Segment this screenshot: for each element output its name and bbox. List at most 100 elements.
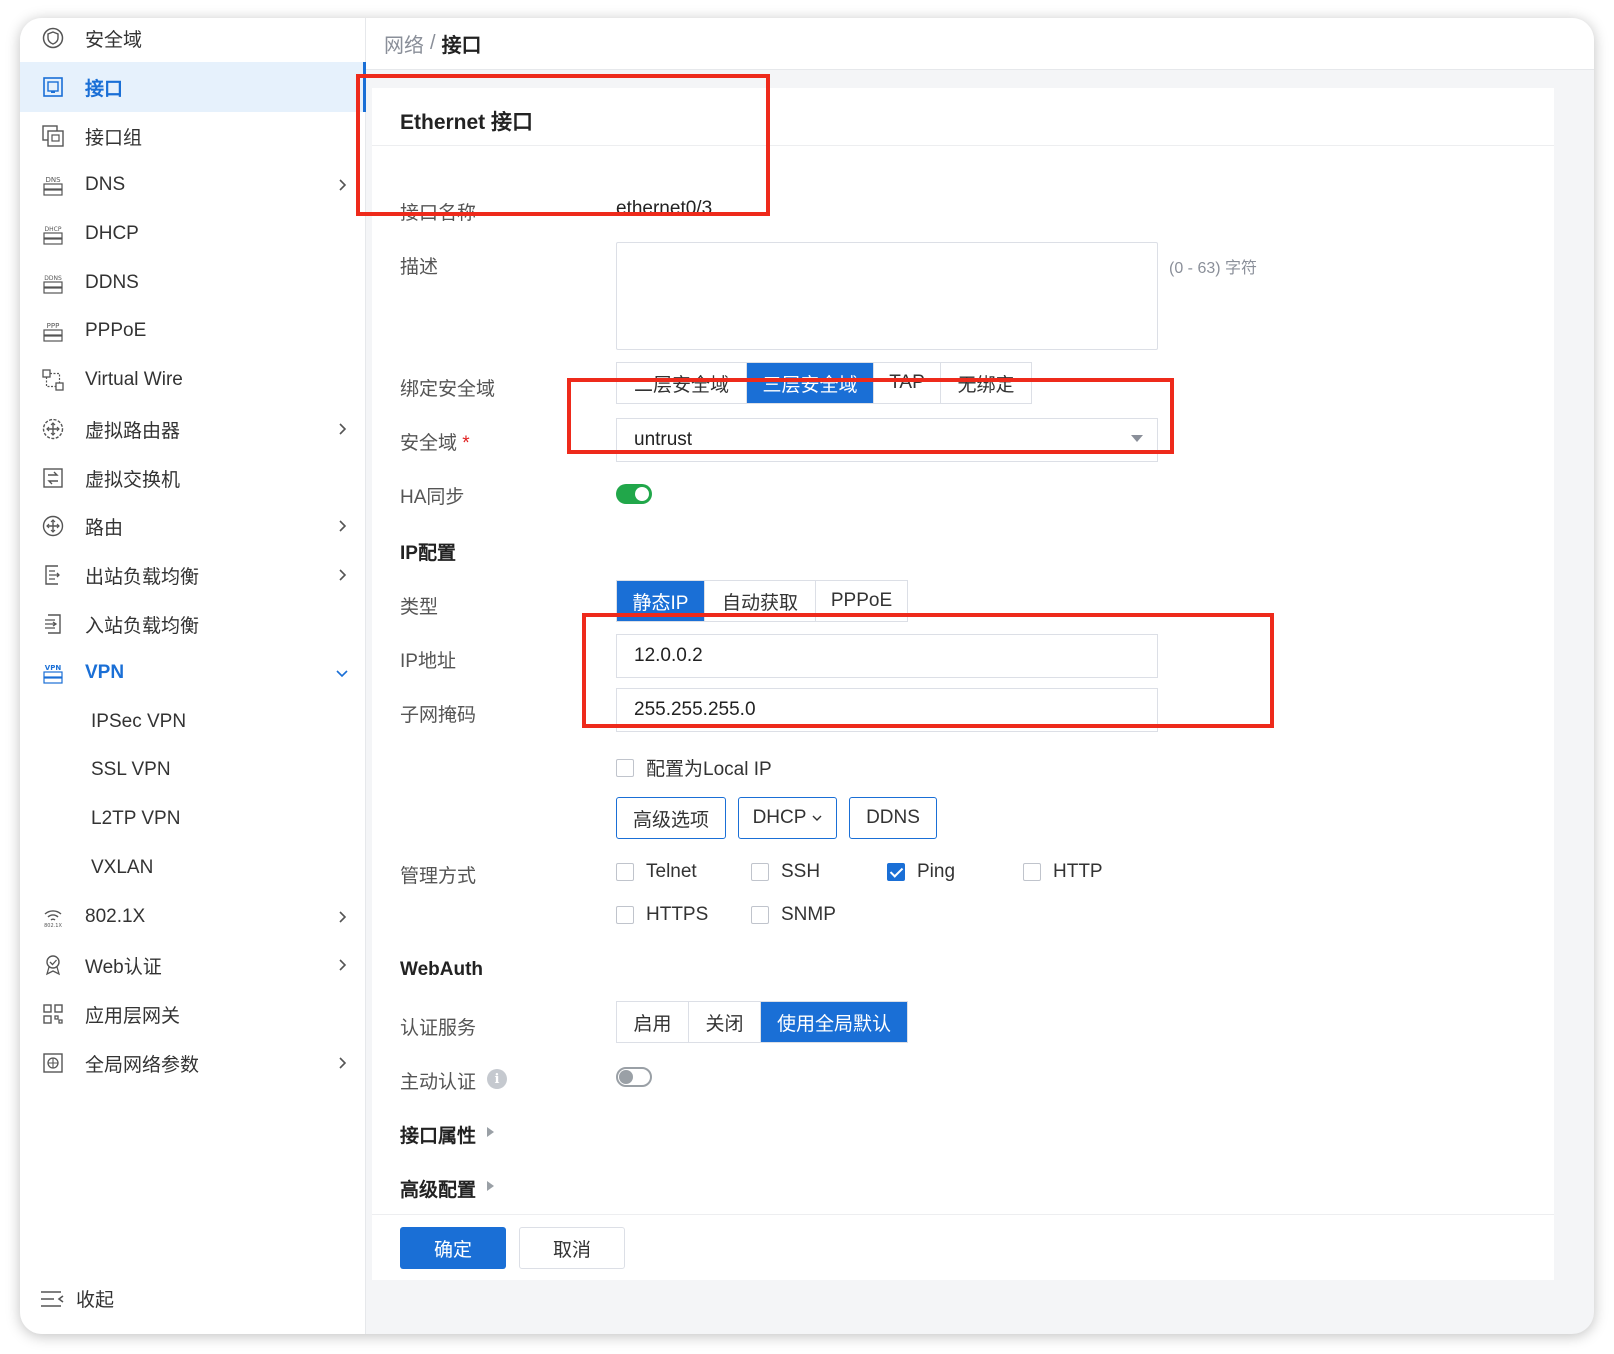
- confirm-button[interactable]: 确定: [400, 1227, 506, 1269]
- ddns-button[interactable]: DDNS: [849, 797, 937, 839]
- zone-label-text: 安全域: [400, 433, 458, 454]
- svg-text:PPP: PPP: [47, 322, 60, 330]
- cancel-button[interactable]: 取消: [519, 1227, 625, 1269]
- description-hint: (0 - 63) 字符: [1169, 260, 1258, 277]
- mgmt-ssh-checkbox[interactable]: SSH: [751, 861, 820, 883]
- sidebar-item-virtual-router[interactable]: 虚拟路由器: [20, 404, 366, 454]
- interface-icon: [42, 76, 64, 98]
- sidebar-item-virtual-switch[interactable]: 虚拟交换机: [20, 453, 366, 503]
- sidebar-item-label: 虚拟交换机: [85, 469, 181, 491]
- active-auth-toggle[interactable]: [616, 1067, 652, 1087]
- mgmt-http-checkbox[interactable]: HTTP: [1023, 861, 1103, 883]
- advanced-config-heading[interactable]: 高级配置: [400, 1175, 476, 1202]
- checkbox-box: [751, 906, 769, 924]
- pppoe-icon: PPP: [42, 320, 64, 342]
- interface-group-icon: [42, 125, 64, 147]
- dns-icon: DNS: [42, 174, 64, 196]
- sidebar-item-ddns[interactable]: DDNS DDNS: [20, 258, 366, 308]
- checkbox-box: [751, 863, 769, 881]
- mgmt-option-label: HTTPS: [646, 904, 709, 925]
- chevron-right-icon: [339, 569, 347, 581]
- ip-type-label: 类型: [400, 597, 439, 618]
- description-textarea[interactable]: [616, 242, 1158, 350]
- virtual-wire-icon: [42, 369, 64, 391]
- info-icon[interactable]: i: [487, 1069, 507, 1089]
- checkbox-box: [616, 906, 634, 924]
- mgmt-https-checkbox[interactable]: HTTPS: [616, 904, 708, 926]
- sidebar-item-label: 接口组: [85, 127, 143, 149]
- required-mark: *: [462, 433, 470, 454]
- sidebar-item-pppoe[interactable]: PPP PPPoE: [20, 306, 366, 356]
- sidebar-item-interface[interactable]: 接口: [20, 62, 366, 112]
- sidebar-item-label: 安全域: [85, 29, 143, 51]
- dhcp-button[interactable]: DHCP: [738, 797, 837, 839]
- sidebar-item-web-auth[interactable]: Web认证: [20, 940, 366, 990]
- management-label: 管理方式: [400, 866, 477, 887]
- chevron-right-icon: [339, 520, 347, 532]
- chevron-down-icon: [336, 670, 348, 678]
- collapse-icon: [41, 1290, 64, 1307]
- breadcrumb-current: 接口: [441, 35, 482, 57]
- sidebar-item-label: 出站负载均衡: [85, 566, 200, 588]
- sidebar-item-l2tp-vpn[interactable]: L2TP VPN: [20, 794, 366, 844]
- chevron-right-icon: [339, 423, 347, 435]
- sidebar-item-label: DDNS: [85, 272, 139, 293]
- svg-text:DHCP: DHCP: [45, 226, 62, 233]
- advanced-options-button[interactable]: 高级选项: [616, 797, 726, 839]
- sidebar-item-8021x[interactable]: 802.1X 802.1X: [20, 892, 366, 942]
- route-icon: [42, 515, 64, 537]
- sidebar-item-security-zone[interactable]: 安全域: [20, 18, 366, 63]
- ha-sync-label: HA同步: [400, 487, 465, 508]
- checkbox-box: [1023, 863, 1041, 881]
- breadcrumb-parent[interactable]: 网络: [384, 29, 424, 58]
- interface-attributes-heading[interactable]: 接口属性: [400, 1121, 476, 1148]
- footer-spacer: [372, 1280, 1554, 1334]
- sidebar-item-label: VPN: [85, 662, 125, 683]
- sidebar-item-ipsec-vpn[interactable]: IPSec VPN: [20, 697, 366, 747]
- app-gateway-icon: [42, 1003, 64, 1025]
- sidebar-item-global-params[interactable]: 全局网络参数: [20, 1038, 366, 1088]
- sidebar-item-inbound-lb[interactable]: 入站负载均衡: [20, 599, 366, 649]
- mgmt-snmp-checkbox[interactable]: SNMP: [751, 904, 836, 926]
- expand-right-icon[interactable]: [487, 1181, 494, 1191]
- bind-zone-label: 绑定安全域: [400, 379, 496, 400]
- description-label: 描述: [400, 257, 439, 278]
- sidebar-item-outbound-lb[interactable]: 出站负载均衡: [20, 550, 366, 600]
- chevron-down-icon: [812, 815, 822, 821]
- sidebar-item-label: SSL VPN: [91, 759, 171, 780]
- sidebar-item-label: IPSec VPN: [91, 711, 187, 732]
- sidebar-item-route[interactable]: 路由: [20, 501, 366, 551]
- highlight-box-ip: [582, 613, 1274, 728]
- auth-option-global-default[interactable]: 使用全局默认: [761, 1002, 907, 1042]
- sidebar-item-vxlan[interactable]: VXLAN: [20, 843, 366, 893]
- sidebar-item-virtual-wire[interactable]: Virtual Wire: [20, 355, 366, 405]
- mgmt-telnet-checkbox[interactable]: Telnet: [616, 861, 697, 883]
- vpn-icon: VPN: [42, 662, 64, 684]
- highlight-box-interface-name: [356, 74, 770, 216]
- app-window: 安全域 接口 接口组 DNS DNS DHCP DHCP DDNS DDNS P…: [20, 18, 1594, 1334]
- sidebar-item-label: Web认证: [85, 956, 162, 978]
- sidebar-item-dns[interactable]: DNS DNS: [20, 160, 366, 210]
- toggle-knob: [619, 1070, 633, 1084]
- local-ip-checkbox[interactable]: 配置为Local IP: [616, 754, 772, 781]
- sidebar-item-dhcp[interactable]: DHCP DHCP: [20, 209, 366, 259]
- sidebar-item-label: PPPoE: [85, 320, 147, 341]
- collapse-sidebar-button[interactable]: 收起: [40, 1285, 114, 1312]
- sidebar-item-interface-group[interactable]: 接口组: [20, 111, 366, 161]
- chevron-right-icon: [339, 911, 347, 923]
- auth-option-enable[interactable]: 启用: [617, 1002, 689, 1042]
- sidebar-item-ssl-vpn[interactable]: SSL VPN: [20, 745, 366, 795]
- breadcrumb-separator: /: [430, 32, 436, 54]
- sidebar-item-label: Virtual Wire: [85, 369, 183, 390]
- mgmt-ping-checkbox[interactable]: Ping: [887, 861, 955, 883]
- inbound-lb-icon: [42, 613, 64, 635]
- sidebar-item-vpn[interactable]: VPN VPN: [20, 648, 366, 698]
- chevron-right-icon: [339, 179, 347, 191]
- expand-right-icon[interactable]: [487, 1127, 494, 1137]
- auth-option-disable[interactable]: 关闭: [689, 1002, 761, 1042]
- chevron-right-icon: [339, 959, 347, 971]
- sidebar-item-app-gateway[interactable]: 应用层网关: [20, 989, 366, 1039]
- svg-text:DDNS: DDNS: [44, 275, 62, 282]
- svg-text:DNS: DNS: [45, 176, 61, 184]
- ha-sync-toggle[interactable]: [616, 484, 652, 504]
